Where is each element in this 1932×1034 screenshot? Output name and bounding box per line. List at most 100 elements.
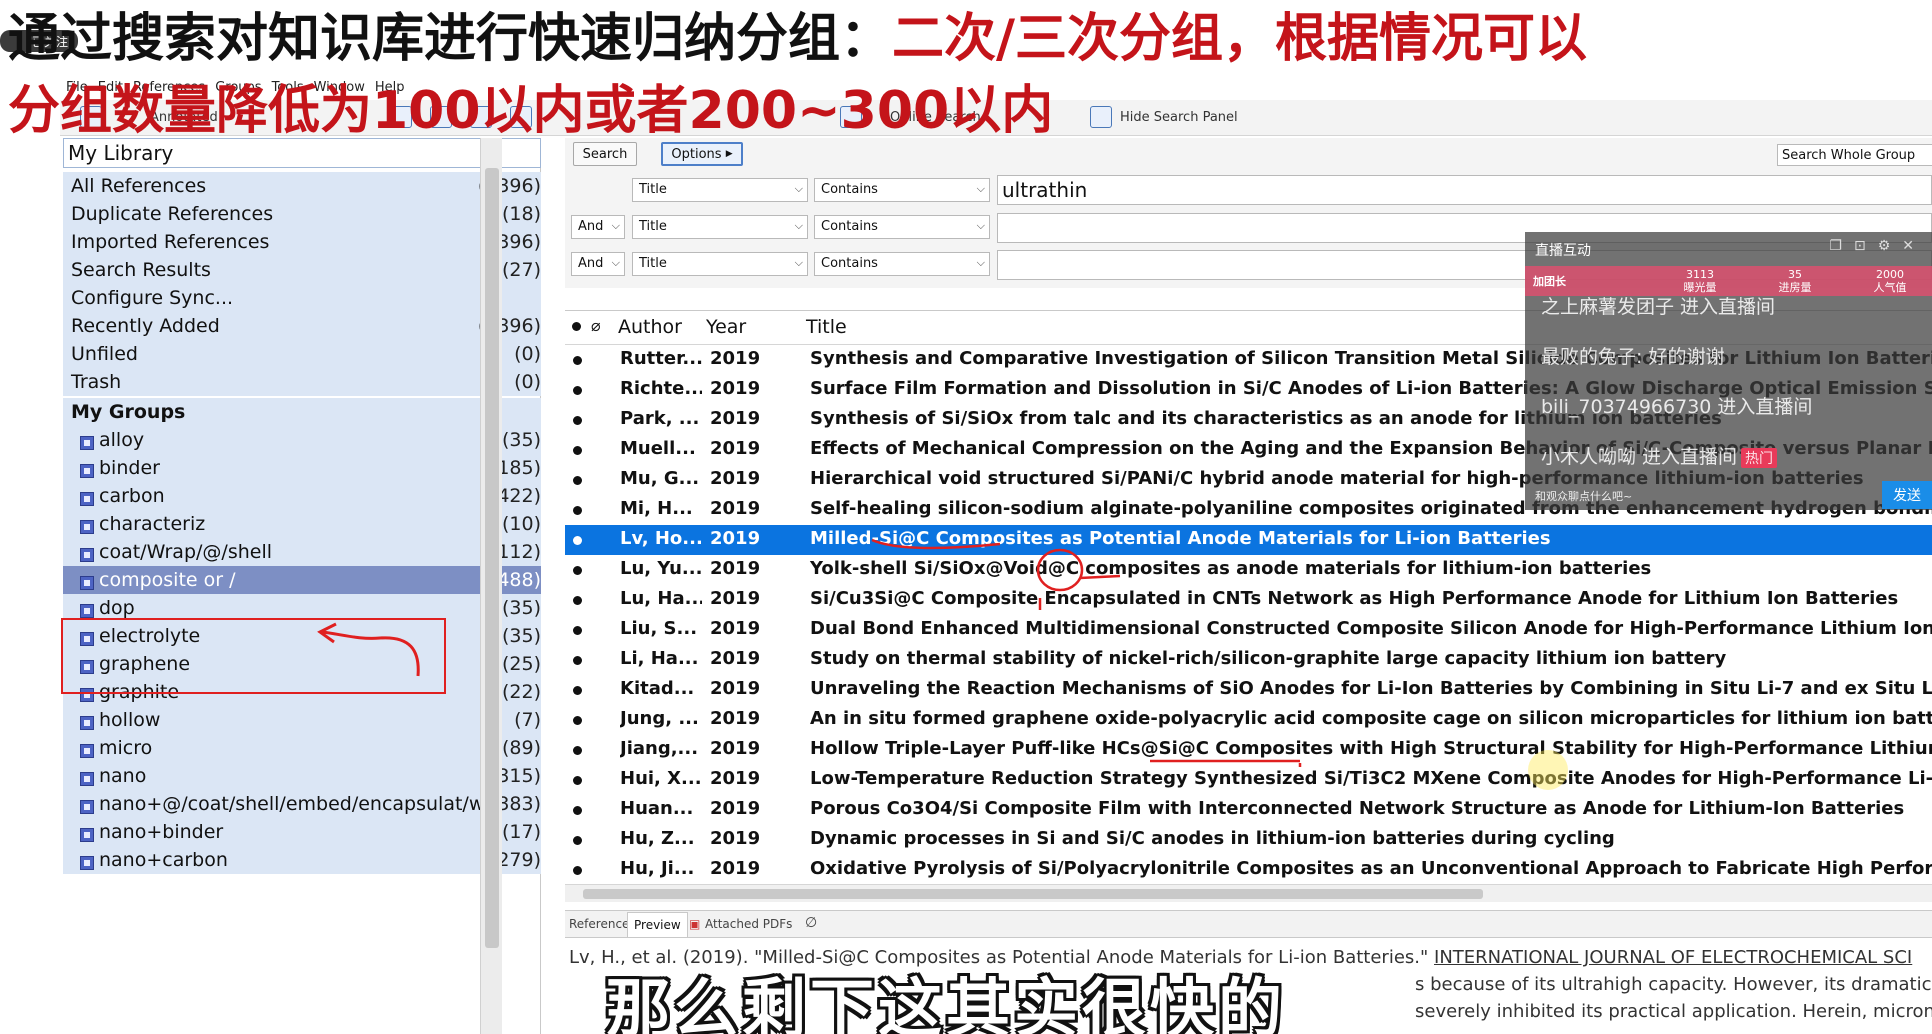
field-select[interactable]: Title ⌵ [632, 215, 808, 239]
row-author: Mu, G... [620, 468, 700, 489]
reference-row[interactable]: Lu, Yu... 2019 Yolk-shell Si/SiOx@Void@C c… [565, 555, 1932, 585]
library-item[interactable]: Duplicate References (18) [63, 200, 541, 228]
group-item[interactable]: nano+@/coat/shell/embed/encapsulat/w...(… [63, 790, 541, 818]
operator-select[interactable]: Contains ⌵ [814, 252, 990, 276]
tab-reference[interactable]: Reference [569, 917, 629, 931]
banner-black-text: 通过搜索对知识库进行快速归纳分组： [8, 9, 893, 69]
field-select-value: Title [639, 256, 667, 271]
reference-row[interactable]: Jung, ... 2019 An in situ formed graphene … [565, 705, 1932, 735]
stat-entries: 35 进房量 [1750, 268, 1840, 294]
group-item[interactable]: carbon (422) [63, 482, 541, 510]
read-status-icon [573, 776, 582, 785]
search-button[interactable]: Search [573, 142, 637, 166]
close-icon[interactable]: ✕ [1902, 238, 1926, 254]
row-author: Muell... [620, 438, 696, 459]
gear-icon[interactable]: ⚙ [1878, 238, 1903, 254]
library-item[interactable]: Configure Sync... [63, 284, 541, 312]
search-scope-select[interactable]: Search Whole Group [1777, 144, 1932, 166]
groups-scrollbar[interactable] [480, 138, 502, 1034]
group-icon [80, 856, 94, 870]
reference-row[interactable]: Hu, Z... 2019 Dynamic processes in Si and … [565, 825, 1932, 855]
library-item[interactable]: Trash (0) [63, 368, 541, 396]
column-title[interactable]: Title [806, 316, 847, 338]
row-year: 2019 [710, 618, 761, 639]
group-item[interactable]: alloy (35) [63, 426, 541, 454]
library-item[interactable]: All References (3396) [63, 172, 541, 200]
group-icon [80, 744, 94, 758]
read-status-icon [573, 806, 582, 815]
row-year: 2019 [710, 858, 761, 879]
library-item[interactable]: Imported References (396) [63, 228, 541, 256]
library-item[interactable]: Unfiled (0) [63, 340, 541, 368]
chat-input[interactable]: 和观众聊点什么吧~ [1535, 488, 1632, 504]
row-year: 2019 [710, 588, 761, 609]
tab-preview[interactable]: Preview [627, 912, 688, 937]
read-status-icon [573, 416, 582, 425]
row-year: 2019 [710, 438, 761, 459]
operator-select-value: Contains [821, 182, 878, 197]
read-status-icon [573, 716, 582, 725]
preview-abstract-line: s because of its ultrahigh capacity. How… [1415, 974, 1932, 995]
my-groups-heading[interactable]: My Groups [63, 398, 541, 426]
reference-row[interactable]: Lv, Ho... 2019 Milled-Si@C Composites as P… [565, 525, 1932, 555]
group-item[interactable]: micro (89) [63, 734, 541, 762]
reference-row[interactable]: Huan... 2019 Porous Co3O4/Si Composite Fil… [565, 795, 1932, 825]
library-item[interactable]: Search Results (27) [63, 256, 541, 284]
row-title: An in situ formed graphene oxide-polyacr… [810, 708, 1932, 729]
library-header[interactable]: My Library [63, 138, 541, 168]
reference-row[interactable]: Jiang,... 2019 Hollow Triple-Layer Puff-li… [565, 735, 1932, 765]
row-author: Rutter... [620, 348, 702, 369]
group-item[interactable]: nano+carbon (279) [63, 846, 541, 874]
read-status-icon [573, 506, 582, 515]
operator-select[interactable]: Contains ⌵ [814, 215, 990, 239]
group-icon [80, 772, 94, 786]
read-status-column-icon[interactable] [572, 322, 581, 331]
row-year: 2019 [710, 468, 761, 489]
tab-attached-pdfs[interactable]: Attached PDFs [705, 917, 792, 931]
column-year[interactable]: Year [706, 316, 746, 338]
group-item[interactable]: characteriz (10) [63, 510, 541, 538]
toolbar-icon[interactable] [1090, 106, 1112, 128]
row-author: Jiang,... [620, 738, 699, 759]
reference-row[interactable]: Kitad... 2019 Unraveling the Reaction Mech… [565, 675, 1932, 705]
field-select[interactable]: Title ⌵ [632, 252, 808, 276]
scroll-thumb[interactable] [485, 168, 499, 948]
group-item[interactable]: binder (185) [63, 454, 541, 482]
group-item-label: carbon [99, 485, 165, 507]
video-subtitle: 那么剩下这其实很快的 [606, 973, 1286, 1034]
popout-icon[interactable]: ❐ [1829, 238, 1854, 254]
column-author[interactable]: Author [618, 316, 682, 338]
chat-message: 之上麻薯发团子 进入直播间 [1541, 296, 1776, 318]
bool-select[interactable]: And ⌵ [571, 215, 625, 239]
reference-row[interactable]: Li, Ha... 2019 Study on thermal stability … [565, 645, 1932, 675]
lock-icon[interactable]: ⊡ [1854, 238, 1878, 254]
group-item[interactable]: nano (315) [63, 762, 541, 790]
horizontal-scrollbar[interactable] [565, 884, 1932, 902]
send-button[interactable]: 发送 [1882, 481, 1932, 509]
paperclip-icon[interactable]: ∅ [805, 915, 817, 931]
library-item[interactable]: Recently Added (3396) [63, 312, 541, 340]
hide-search-panel-button[interactable]: Hide Search Panel [1120, 110, 1238, 125]
group-item[interactable]: hollow (7) [63, 706, 541, 734]
library-item-label: Trash [71, 371, 122, 393]
reference-row[interactable]: Lu, Ha... 2019 Si/Cu3Si@C Composite Encaps… [565, 585, 1932, 615]
reference-row[interactable]: Liu, S... 2019 Dual Bond Enhanced Multidim… [565, 615, 1932, 645]
bool-select[interactable]: And ⌵ [571, 252, 625, 276]
paperclip-icon[interactable]: ⌀ [591, 316, 601, 335]
title-banner-line2: 分组数量降低为100以内或者200~300以内 [8, 81, 1054, 141]
group-item[interactable]: coat/Wrap/@/shell (112) [63, 538, 541, 566]
library-item-label: Recently Added [71, 315, 220, 337]
field-select[interactable]: Title ⌵ [632, 178, 808, 202]
scroll-thumb[interactable] [583, 889, 1483, 899]
row-year: 2019 [710, 348, 761, 369]
operator-select[interactable]: Contains ⌵ [814, 178, 990, 202]
group-item[interactable]: nano+binder (17) [63, 818, 541, 846]
row-year: 2019 [710, 828, 761, 849]
options-button[interactable]: Options ▶ [661, 142, 743, 166]
group-item-label: nano+binder [99, 821, 224, 843]
search-term-input[interactable]: ultrathin [997, 175, 1932, 205]
group-icon [80, 492, 94, 506]
group-item[interactable]: composite or / (488) [63, 566, 541, 594]
reference-row[interactable]: Hui, X... 2019 Low-Temperature Reduction S… [565, 765, 1932, 795]
reference-row[interactable]: Hu, Ji... 2019 Oxidative Pyrolysis of Si/P… [565, 855, 1932, 885]
